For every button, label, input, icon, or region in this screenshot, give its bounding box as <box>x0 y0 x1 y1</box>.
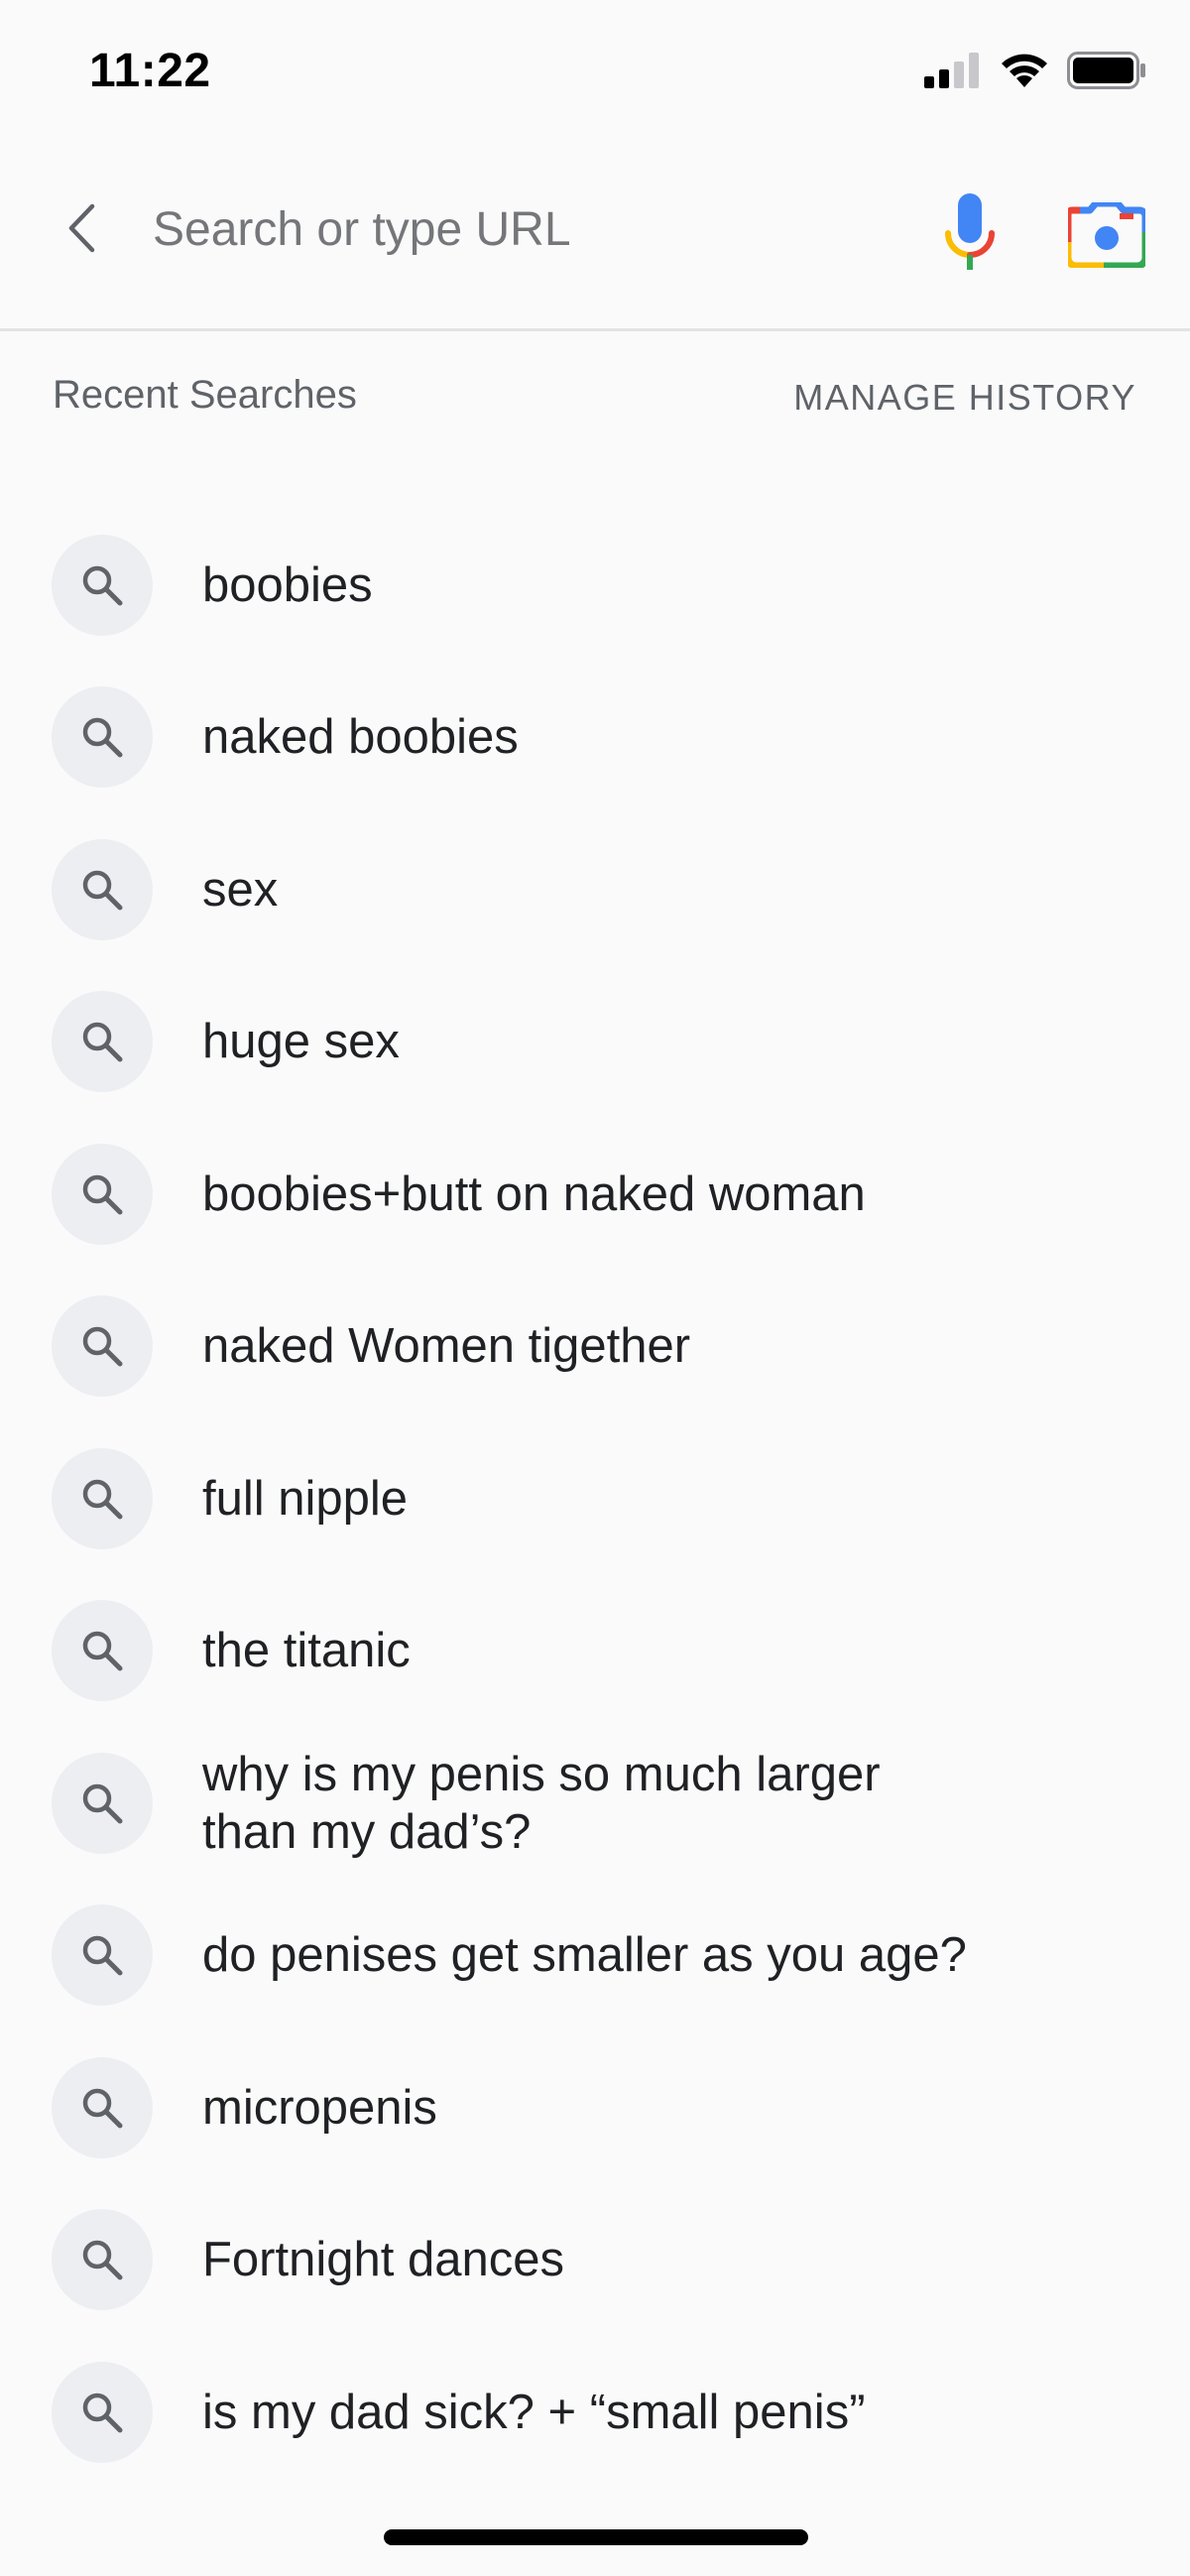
history-item[interactable]: the titanic <box>0 1575 1190 1728</box>
lens-search-button[interactable] <box>1067 200 1146 270</box>
search-input[interactable] <box>153 188 887 270</box>
search-icon <box>52 1447 153 1549</box>
search-icon <box>52 991 153 1093</box>
search-bar <box>0 149 1190 331</box>
search-icon <box>52 2209 153 2311</box>
search-icon <box>52 2056 153 2158</box>
manage-history-link[interactable]: MANAGE HISTORY <box>793 377 1136 419</box>
history-item[interactable]: boobies <box>0 509 1190 662</box>
history-item[interactable]: naked Women tigether <box>0 1271 1190 1423</box>
history-item-label: the titanic <box>202 1624 411 1678</box>
history-item-label: full nipple <box>202 1471 409 1526</box>
history-item-label: naked boobies <box>202 710 519 765</box>
history-item-label: why is my penis so much larger than my d… <box>202 1747 881 1859</box>
history-item[interactable]: do penises get smaller as you age? <box>0 1880 1190 2032</box>
recent-searches-title: Recent Searches <box>53 373 357 417</box>
back-button[interactable] <box>52 198 111 258</box>
history-item-label: Fortnight dances <box>202 2233 564 2287</box>
history-item[interactable]: full nipple <box>0 1422 1190 1575</box>
history-item-label: boobies+butt on naked woman <box>202 1166 866 1221</box>
history-item-label: do penises get smaller as you age? <box>202 1928 967 1983</box>
chevron-left-icon <box>68 203 95 253</box>
history-item-label: boobies <box>202 557 373 612</box>
home-indicator[interactable] <box>384 2529 808 2545</box>
search-icon <box>52 1600 153 1702</box>
cellular-signal-icon <box>924 53 979 88</box>
battery-icon <box>1067 52 1145 89</box>
search-icon <box>52 2361 153 2463</box>
search-icon <box>52 686 153 789</box>
history-item[interactable]: why is my penis so much larger than my d… <box>0 1727 1190 1880</box>
search-icon <box>52 1752 153 1854</box>
wifi-icon <box>1002 54 1047 87</box>
camera-lens-icon <box>1068 202 1145 268</box>
history-item-label: naked Women tigether <box>202 1319 691 1374</box>
recent-searches-list: boobies naked boobies sex huge sex boobi… <box>0 509 1190 2489</box>
search-icon <box>52 1143 153 1245</box>
history-item[interactable]: naked boobies <box>0 662 1190 814</box>
history-item[interactable]: huge sex <box>0 966 1190 1119</box>
status-time: 11:22 <box>89 45 211 97</box>
history-header: Recent Searches MANAGE HISTORY <box>0 331 1190 460</box>
history-item-label: micropenis <box>202 2080 437 2135</box>
search-icon <box>52 534 153 636</box>
history-item[interactable]: sex <box>0 813 1190 966</box>
microphone-icon <box>945 193 995 270</box>
history-item-label: is my dad sick? + “small penis” <box>202 2385 866 2439</box>
history-item-label: huge sex <box>202 1015 400 1069</box>
history-item[interactable]: Fortnight dances <box>0 2184 1190 2337</box>
search-icon <box>52 1295 153 1398</box>
history-item-label: sex <box>202 862 279 917</box>
history-item[interactable]: micropenis <box>0 2031 1190 2184</box>
status-icons <box>924 52 1146 89</box>
search-icon <box>52 838 153 940</box>
status-bar: 11:22 <box>0 0 1190 149</box>
voice-search-button[interactable] <box>938 192 1002 272</box>
search-icon <box>52 1904 153 2007</box>
history-item[interactable]: is my dad sick? + “small penis” <box>0 2336 1190 2489</box>
history-item[interactable]: boobies+butt on naked woman <box>0 1118 1190 1271</box>
